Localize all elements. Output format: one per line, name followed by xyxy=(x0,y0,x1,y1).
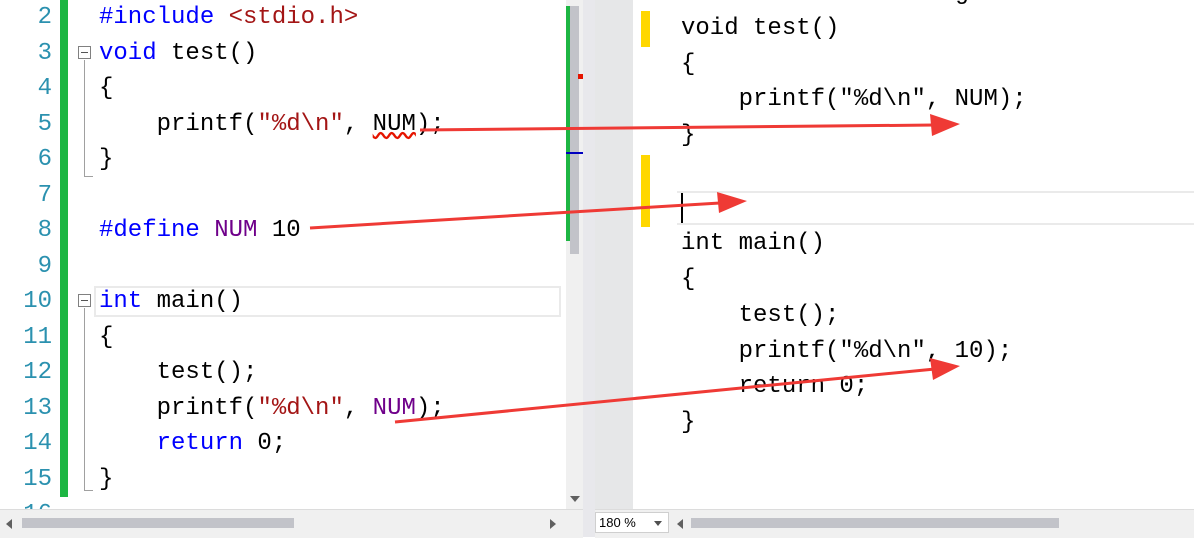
annotation-arrow xyxy=(394,367,936,424)
annotation-arrow xyxy=(419,123,936,132)
annotation-arrowhead xyxy=(930,114,960,136)
annotation-arrowhead xyxy=(930,358,960,380)
annotation-arrows xyxy=(309,114,960,424)
annotation-arrowhead xyxy=(717,192,747,213)
annotation-arrow xyxy=(309,201,721,230)
